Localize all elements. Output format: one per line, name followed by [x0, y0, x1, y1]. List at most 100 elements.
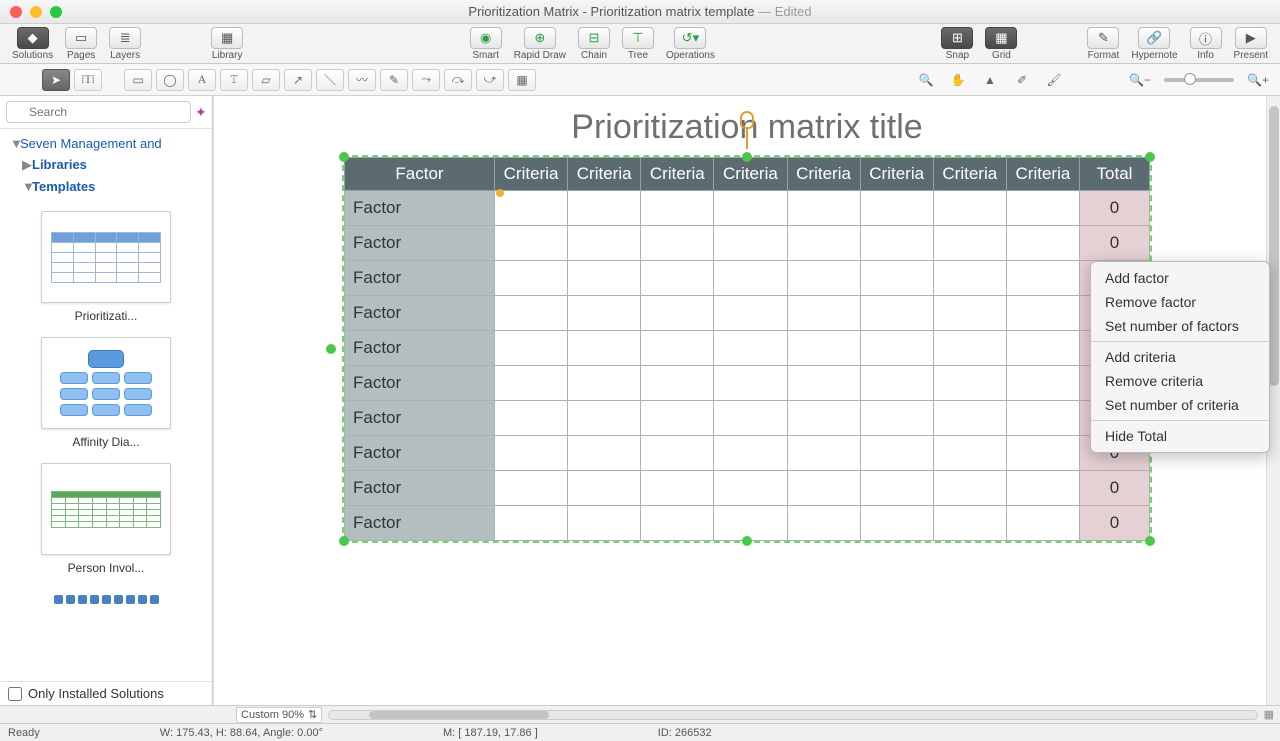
layers-button[interactable]: ≣Layers: [105, 26, 145, 62]
info-button[interactable]: ⓘInfo: [1186, 26, 1226, 62]
criteria-cell[interactable]: [1006, 366, 1079, 401]
criteria-cell[interactable]: [933, 471, 1006, 506]
operations-button[interactable]: ↺▾Operations: [662, 26, 719, 62]
criteria-cell[interactable]: [860, 506, 933, 541]
criteria-cell[interactable]: [641, 471, 714, 506]
criteria-cell[interactable]: [714, 366, 787, 401]
criteria-cell[interactable]: [568, 191, 641, 226]
header-criteria[interactable]: Criteria: [495, 158, 568, 191]
table-row[interactable]: Factor0: [345, 436, 1150, 471]
resize-handle[interactable]: [339, 536, 349, 546]
criteria-cell[interactable]: [1006, 401, 1079, 436]
criteria-cell[interactable]: [933, 226, 1006, 261]
pointer-tool[interactable]: ➤: [42, 69, 70, 91]
criteria-cell[interactable]: [641, 436, 714, 471]
resize-handle[interactable]: [742, 152, 752, 162]
header-criteria[interactable]: Criteria: [568, 158, 641, 191]
connector2-tool[interactable]: ⤼: [444, 69, 472, 91]
criteria-cell[interactable]: [495, 261, 568, 296]
criteria-cell[interactable]: [1006, 296, 1079, 331]
criteria-cell[interactable]: [568, 471, 641, 506]
criteria-cell[interactable]: [714, 296, 787, 331]
header-criteria[interactable]: Criteria: [714, 158, 787, 191]
criteria-cell[interactable]: [1006, 191, 1079, 226]
search-input[interactable]: [6, 101, 191, 123]
criteria-cell[interactable]: [933, 331, 1006, 366]
present-button[interactable]: ▶Present: [1230, 26, 1272, 62]
criteria-cell[interactable]: [568, 401, 641, 436]
criteria-cell[interactable]: [933, 401, 1006, 436]
criteria-cell[interactable]: [714, 471, 787, 506]
factor-cell[interactable]: Factor: [345, 331, 495, 366]
criteria-cell[interactable]: [714, 191, 787, 226]
factor-cell[interactable]: Factor: [345, 471, 495, 506]
curve-tool[interactable]: 〰: [348, 69, 376, 91]
criteria-cell[interactable]: [641, 261, 714, 296]
criteria-cell[interactable]: [787, 506, 860, 541]
criteria-cell[interactable]: [568, 226, 641, 261]
criteria-cell[interactable]: [568, 436, 641, 471]
template-thumb-person[interactable]: Person Invol...: [10, 463, 202, 575]
stamp-tool[interactable]: ▲: [976, 69, 1004, 91]
criteria-cell[interactable]: [495, 436, 568, 471]
eyedropper-tool[interactable]: ✐: [1008, 69, 1036, 91]
table-row[interactable]: Factor 0: [345, 471, 1150, 506]
criteria-cell[interactable]: [787, 261, 860, 296]
hypernote-button[interactable]: 🔗Hypernote: [1127, 26, 1181, 62]
header-total[interactable]: Total: [1080, 158, 1150, 191]
header-criteria[interactable]: Criteria: [641, 158, 714, 191]
ellipse-tool[interactable]: ◯: [156, 69, 184, 91]
criteria-cell[interactable]: [787, 366, 860, 401]
factor-cell[interactable]: Factor: [345, 296, 495, 331]
criteria-cell[interactable]: [568, 506, 641, 541]
factor-cell[interactable]: Factor: [345, 226, 495, 261]
textbox-tool[interactable]: 𝚃: [220, 69, 248, 91]
header-factor[interactable]: Factor: [345, 158, 495, 191]
criteria-cell[interactable]: [933, 261, 1006, 296]
criteria-cell[interactable]: [1006, 331, 1079, 366]
resize-handle[interactable]: [326, 344, 336, 354]
criteria-cell[interactable]: [714, 436, 787, 471]
criteria-cell[interactable]: [495, 226, 568, 261]
resize-handle[interactable]: [1145, 152, 1155, 162]
grid-button[interactable]: ▦Grid: [981, 26, 1021, 62]
rect-tool[interactable]: ▭: [124, 69, 152, 91]
criteria-cell[interactable]: [787, 331, 860, 366]
menu-item[interactable]: Set number of criteria: [1091, 393, 1269, 417]
criteria-cell[interactable]: [641, 401, 714, 436]
header-criteria[interactable]: Criteria: [1006, 158, 1079, 191]
smart-button[interactable]: ◉Smart: [466, 26, 506, 62]
rapid-draw-button[interactable]: ⊕Rapid Draw: [510, 26, 570, 62]
criteria-cell[interactable]: [860, 436, 933, 471]
criteria-cell[interactable]: [1006, 471, 1079, 506]
table-row[interactable]: Factor0: [345, 261, 1150, 296]
magnify-tool[interactable]: 🔍: [912, 69, 940, 91]
rotate-handle-icon[interactable]: [740, 111, 754, 129]
criteria-cell[interactable]: [933, 506, 1006, 541]
menu-item[interactable]: Set number of factors: [1091, 314, 1269, 338]
snap-button[interactable]: ⊞Snap: [937, 26, 977, 62]
wand-icon[interactable]: ✦: [195, 104, 207, 121]
factor-cell[interactable]: Factor: [345, 191, 495, 226]
criteria-cell[interactable]: [495, 506, 568, 541]
criteria-cell[interactable]: [787, 436, 860, 471]
total-cell[interactable]: 0: [1080, 471, 1150, 506]
criteria-cell[interactable]: [495, 401, 568, 436]
table-row[interactable]: Factor0: [345, 331, 1150, 366]
menu-item[interactable]: Remove criteria: [1091, 369, 1269, 393]
criteria-cell[interactable]: [860, 296, 933, 331]
arrow-tool[interactable]: ↗: [284, 69, 312, 91]
criteria-cell[interactable]: [1006, 436, 1079, 471]
criteria-cell[interactable]: [641, 191, 714, 226]
total-cell[interactable]: 0: [1080, 506, 1150, 541]
menu-item[interactable]: Remove factor: [1091, 290, 1269, 314]
criteria-cell[interactable]: [495, 296, 568, 331]
criteria-cell[interactable]: [933, 366, 1006, 401]
criteria-cell[interactable]: [495, 366, 568, 401]
criteria-cell[interactable]: [495, 331, 568, 366]
template-thumb-extra[interactable]: [10, 589, 202, 609]
only-installed-checkbox[interactable]: [8, 687, 22, 701]
criteria-cell[interactable]: [495, 191, 568, 226]
criteria-cell[interactable]: [933, 296, 1006, 331]
menu-item[interactable]: Add criteria: [1091, 345, 1269, 369]
